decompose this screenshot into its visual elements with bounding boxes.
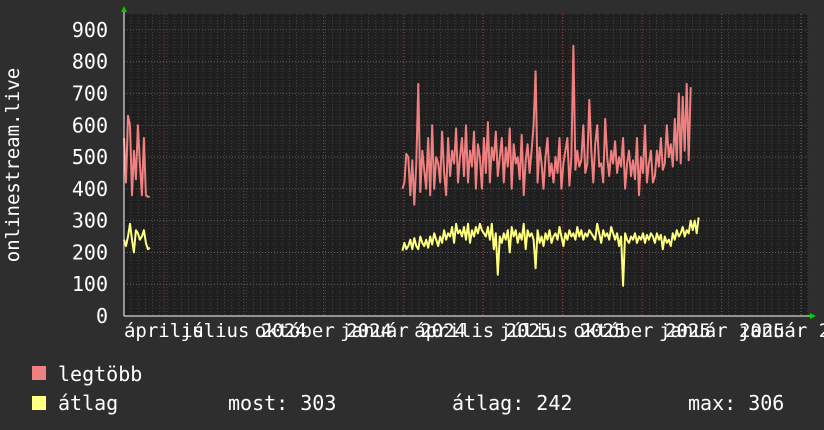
stat-atlag: átlag: 242 xyxy=(452,391,573,415)
legend-swatch-atlag xyxy=(32,396,46,410)
x-tick-labels: áprilisjúlius 2024október 2024január 202… xyxy=(124,320,824,342)
legend-label-atlag: átlag xyxy=(58,391,119,415)
legend-label-legtobb: legtöbb xyxy=(58,362,143,386)
y-tick-label: 900 xyxy=(72,18,108,42)
y-tick-label: 800 xyxy=(72,50,108,74)
y-tick-label: 300 xyxy=(72,209,108,233)
y-axis-label: onlinestream.live xyxy=(2,68,24,262)
y-tick-label: 700 xyxy=(72,81,108,105)
chart: 0 100 200 300 400 500 600 700 800 900 áprilisjúli… xyxy=(2,6,824,342)
y-tick-label: 600 xyxy=(72,113,108,137)
x-axis-arrow xyxy=(810,313,816,319)
x-tick-label: január 2026 xyxy=(739,320,824,342)
y-axis-arrow xyxy=(121,6,127,12)
y-tick-label: 200 xyxy=(72,240,108,264)
y-tick-label: 500 xyxy=(72,145,108,169)
stat-most: most: 303 xyxy=(228,391,337,415)
y-tick-label: 400 xyxy=(72,177,108,201)
y-tick-label: 0 xyxy=(96,304,108,328)
plot-area xyxy=(124,14,808,316)
legend-swatch-legtobb xyxy=(32,366,46,380)
stat-max: max: 306 xyxy=(688,391,785,415)
y-tick-labels: 0 100 200 300 400 500 600 700 800 900 xyxy=(72,18,108,328)
y-tick-label: 100 xyxy=(72,272,108,296)
